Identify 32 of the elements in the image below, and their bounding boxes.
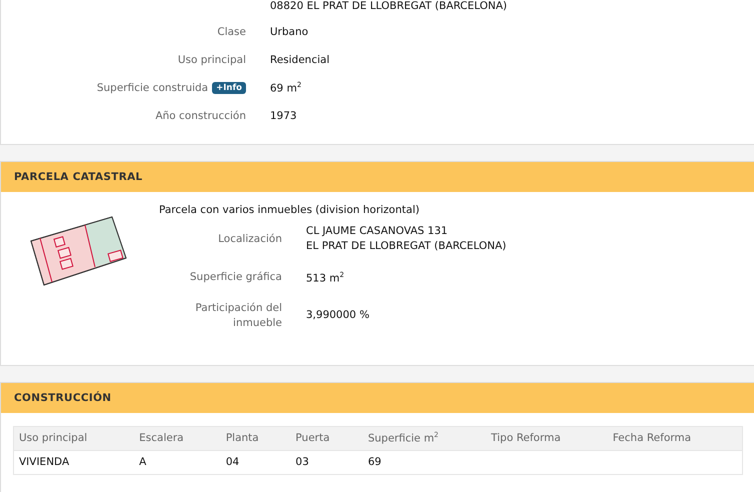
field-label: Uso principal bbox=[176, 54, 246, 66]
section-header: CONSTRUCCIÓN bbox=[1, 382, 754, 412]
parcel-description: Parcela con varios inmuebles (division horizontal) bbox=[159, 204, 420, 216]
table-cell: 04 bbox=[226, 456, 240, 468]
column-header: Escalera bbox=[134, 426, 221, 450]
field-value: 69 m$^{2}$ bbox=[270, 81, 302, 95]
column-header: Planta bbox=[220, 426, 291, 450]
column-header: Uso principal bbox=[14, 426, 134, 450]
field-label: Año construcción bbox=[154, 110, 246, 122]
info-badge[interactable]: +Info bbox=[212, 82, 246, 94]
field-value: 1973 bbox=[270, 110, 298, 122]
field-value: Urbano bbox=[270, 26, 310, 38]
field-value: 513 m$^{2}$ bbox=[306, 270, 346, 286]
field-label: Participación del inmueble bbox=[194, 300, 282, 330]
table-cell: VIVIENDA bbox=[19, 456, 70, 468]
column-header: Superficie m$^{2}$ bbox=[362, 426, 486, 450]
field-value: Residencial bbox=[270, 54, 330, 66]
field-label: Superficie construida bbox=[96, 82, 208, 94]
column-header: Tipo Reforma bbox=[486, 426, 608, 450]
field-label: Superficie gráfica bbox=[188, 270, 282, 285]
table-cell: A bbox=[139, 456, 146, 468]
table-cell: 03 bbox=[296, 456, 309, 468]
field-value: CL JAUME CASANOVAS 131 bbox=[306, 224, 449, 239]
section-header: PARCELA CATASTRAL bbox=[1, 162, 754, 192]
column-header: Puerta bbox=[290, 426, 363, 450]
table-cell: 69 bbox=[368, 456, 382, 468]
field-label: Localización bbox=[217, 232, 282, 246]
field-label: Clase bbox=[216, 26, 246, 38]
field-value: EL PRAT DE LLOBREGAT (BARCELONA) bbox=[306, 239, 508, 254]
address-line: 08820 EL PRAT DE LLOBREGAT (BARCELONA) bbox=[270, 0, 508, 12]
field-value: 3,990000 % bbox=[306, 308, 370, 323]
column-header: Fecha Reforma bbox=[608, 426, 742, 450]
